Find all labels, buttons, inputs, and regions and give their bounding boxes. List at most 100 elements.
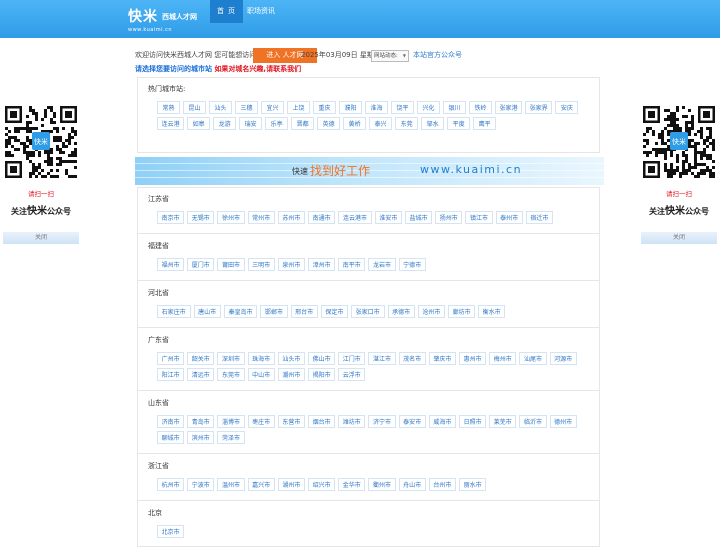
city-link[interactable]: 阳江市 (157, 368, 185, 381)
hot-city-link[interactable]: 淮海 (365, 101, 388, 114)
city-link[interactable]: 东营市 (277, 415, 305, 428)
city-link[interactable]: 青岛市 (187, 415, 215, 428)
city-link[interactable]: 厦门市 (187, 258, 215, 271)
city-link[interactable]: 扬州市 (435, 211, 463, 224)
city-link[interactable]: 威海市 (428, 415, 456, 428)
hot-city-link[interactable]: 瑞安 (239, 117, 263, 130)
city-link[interactable]: 衡水市 (478, 305, 506, 318)
promo-banner[interactable]: 快速 找到好工作 www.kuaimi.cn (135, 157, 604, 185)
city-link[interactable]: 保定市 (320, 305, 348, 318)
hot-city-link[interactable]: 铁岭 (469, 101, 492, 114)
city-link[interactable]: 南通市 (308, 211, 336, 224)
city-link[interactable]: 金华市 (338, 478, 366, 491)
hot-city-link[interactable]: 东莞 (395, 117, 419, 130)
city-link[interactable]: 沧州市 (417, 305, 445, 318)
hot-city-link[interactable]: 鹰平 (473, 117, 497, 130)
city-link[interactable]: 邢台市 (290, 305, 318, 318)
city-link[interactable]: 衢州市 (368, 478, 396, 491)
city-link[interactable]: 德州市 (549, 415, 577, 428)
city-link[interactable]: 惠州市 (459, 352, 487, 365)
city-link[interactable]: 徐州市 (217, 211, 245, 224)
city-link[interactable]: 滨州市 (187, 431, 215, 444)
hot-city-link[interactable]: 张家港 (495, 101, 523, 114)
city-link[interactable]: 枣庄市 (247, 415, 275, 428)
hot-city-link[interactable]: 银川 (443, 101, 466, 114)
close-button[interactable]: 关闭 (3, 232, 79, 244)
city-link[interactable]: 三明市 (247, 258, 275, 271)
hot-city-link[interactable]: 汕头 (209, 101, 232, 114)
city-link[interactable]: 石家庄市 (157, 305, 191, 318)
city-link[interactable]: 湖州市 (277, 478, 305, 491)
hot-city-link[interactable]: 如皋 (187, 117, 211, 130)
city-link[interactable]: 临沂市 (519, 415, 547, 428)
city-link[interactable]: 河源市 (549, 352, 577, 365)
city-link[interactable]: 深圳市 (217, 352, 245, 365)
hot-city-link[interactable]: 昆山 (183, 101, 206, 114)
city-link[interactable]: 温州市 (217, 478, 245, 491)
hot-city-link[interactable]: 平度 (447, 117, 471, 130)
city-link[interactable]: 潮州市 (277, 368, 305, 381)
city-link[interactable]: 福州市 (157, 258, 185, 271)
city-link[interactable]: 珠海市 (247, 352, 275, 365)
city-link[interactable]: 舟山市 (398, 478, 426, 491)
hot-city-link[interactable]: 宜兴 (261, 101, 284, 114)
city-link[interactable]: 佛山市 (308, 352, 336, 365)
city-link[interactable]: 盐城市 (405, 211, 433, 224)
nav-home-tab[interactable]: 首页 (210, 0, 243, 23)
city-link[interactable]: 泰安市 (398, 415, 426, 428)
city-link[interactable]: 韶关市 (187, 352, 215, 365)
city-link[interactable]: 汕尾市 (519, 352, 547, 365)
city-link[interactable]: 连云港市 (338, 211, 372, 224)
city-link[interactable]: 南平市 (338, 258, 366, 271)
nav-news-tab[interactable]: 职场资讯 (247, 0, 275, 23)
hot-city-link[interactable]: 泰兴 (369, 117, 393, 130)
city-link[interactable]: 南京市 (157, 211, 185, 224)
city-link[interactable]: 宿迁市 (525, 211, 553, 224)
hot-city-link[interactable]: 饶平 (391, 101, 414, 114)
city-link[interactable]: 淮安市 (374, 211, 402, 224)
city-link[interactable]: 中山市 (247, 368, 275, 381)
city-link[interactable]: 淄博市 (217, 415, 245, 428)
city-link[interactable]: 泉州市 (277, 258, 305, 271)
hot-city-link[interactable]: 英德 (317, 117, 341, 130)
hot-city-link[interactable]: 濮阳 (339, 101, 362, 114)
city-link[interactable]: 广州市 (157, 352, 185, 365)
city-link[interactable]: 菏泽市 (217, 431, 245, 444)
city-link[interactable]: 日照市 (459, 415, 487, 428)
city-link[interactable]: 清远市 (187, 368, 215, 381)
city-link[interactable]: 唐山市 (193, 305, 221, 318)
hot-city-link[interactable]: 三穗 (235, 101, 258, 114)
city-link[interactable]: 莆田市 (217, 258, 245, 271)
city-link[interactable]: 张家口市 (351, 305, 385, 318)
city-link[interactable]: 宁德市 (398, 258, 426, 271)
site-logo[interactable]: 快米 西城人才网 www.kuaimi.cn (128, 6, 197, 33)
city-link[interactable]: 绍兴市 (308, 478, 336, 491)
city-link[interactable]: 汕头市 (277, 352, 305, 365)
hot-city-link[interactable]: 连云港 (157, 117, 185, 130)
city-link[interactable]: 江门市 (338, 352, 366, 365)
city-link[interactable]: 云浮市 (338, 368, 366, 381)
hot-city-link[interactable]: 乐亭 (265, 117, 289, 130)
city-link[interactable]: 杭州市 (157, 478, 185, 491)
hot-city-link[interactable]: 安庆 (555, 101, 579, 114)
city-link[interactable]: 潍坊市 (338, 415, 366, 428)
city-link[interactable]: 台州市 (428, 478, 456, 491)
city-link[interactable]: 聊城市 (157, 431, 185, 444)
city-link[interactable]: 邯郸市 (260, 305, 288, 318)
city-link[interactable]: 莱芜市 (489, 415, 517, 428)
city-link[interactable]: 揭阳市 (308, 368, 336, 381)
city-link[interactable]: 梅州市 (489, 352, 517, 365)
city-link[interactable]: 廊坊市 (448, 305, 476, 318)
city-link[interactable]: 宁波市 (187, 478, 215, 491)
city-link[interactable]: 烟台市 (308, 415, 336, 428)
city-link[interactable]: 东莞市 (217, 368, 245, 381)
city-link[interactable]: 肇庆市 (428, 352, 456, 365)
city-link[interactable]: 湛江市 (368, 352, 396, 365)
hot-city-link[interactable]: 黄桥 (343, 117, 367, 130)
city-link[interactable]: 茂名市 (398, 352, 426, 365)
city-link[interactable]: 北京市 (157, 525, 185, 538)
city-link[interactable]: 承德市 (387, 305, 415, 318)
hot-city-link[interactable]: 常熟 (157, 101, 180, 114)
hot-city-link[interactable]: 龙游 (213, 117, 237, 130)
city-link[interactable]: 嘉兴市 (247, 478, 275, 491)
